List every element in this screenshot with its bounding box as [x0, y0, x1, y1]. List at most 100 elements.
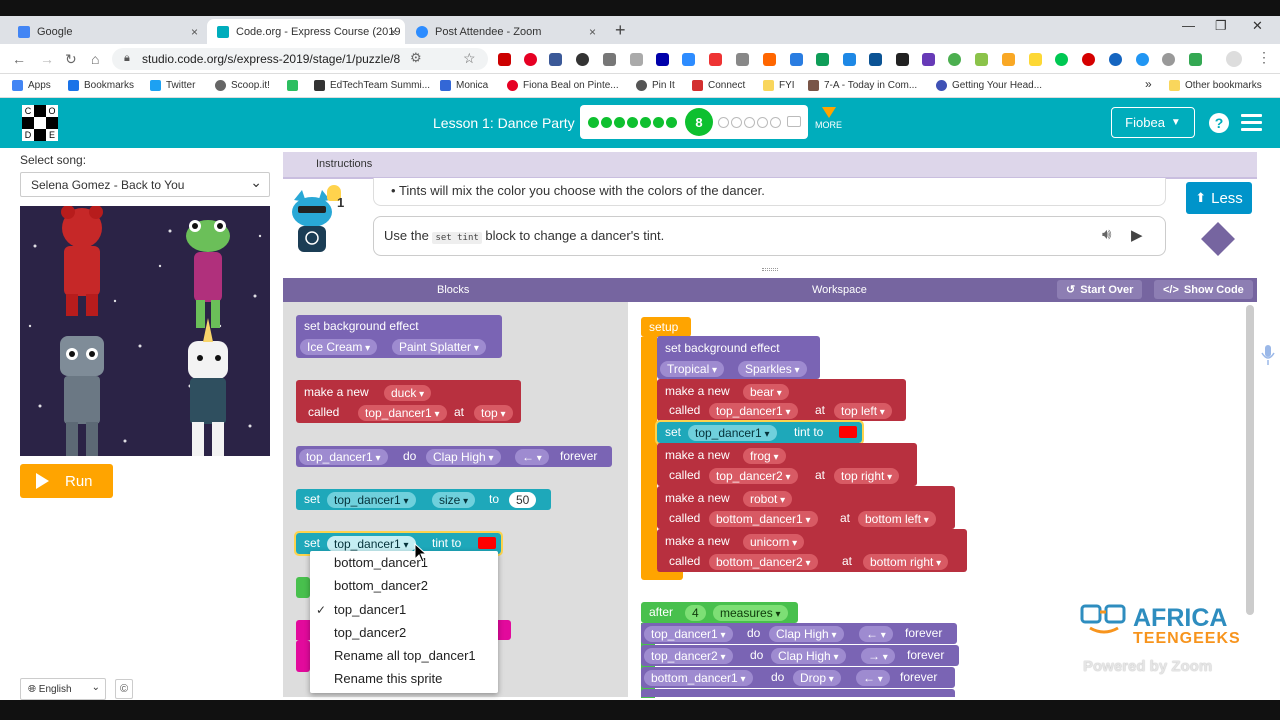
extension-icon[interactable]	[576, 53, 589, 66]
extension-icon[interactable]	[1029, 53, 1042, 66]
song-select[interactable]: Selena Gomez - Back to You	[20, 172, 270, 197]
do-forever-block-3[interactable]: bottom_dancer1 do Drop ← forever	[641, 667, 955, 688]
toolbox-do-forever-block[interactable]: top_dancer1 do Clap High ← forever	[296, 446, 612, 467]
url-input[interactable]: 🔒︎ studio.code.org/s/express-2019/stage/…	[112, 48, 488, 70]
extension-icon[interactable]	[709, 53, 722, 66]
sprite-dropdown[interactable]: top_dancer1	[327, 492, 416, 508]
move-dropdown[interactable]: Clap High	[769, 626, 844, 642]
bookmark-evernote[interactable]	[287, 80, 303, 91]
toolbox-make-new-sprite-block[interactable]: make a new duck called top_dancer1 at to…	[296, 380, 521, 423]
workspace-scrollbar[interactable]	[1246, 305, 1254, 615]
bookmark-other[interactable]: Other bookmarks	[1169, 80, 1262, 91]
sprite-name-dropdown[interactable]: top_dancer1	[709, 403, 798, 419]
level-bubble[interactable]	[744, 117, 755, 128]
move-dropdown[interactable]: Clap High	[426, 449, 501, 465]
sprite-name-dropdown[interactable]: bottom_dancer1	[709, 511, 818, 527]
sprite-dropdown[interactable]: bottom_dancer1	[644, 670, 753, 686]
back-icon[interactable]: ←	[12, 51, 26, 67]
home-icon[interactable]: ⌂	[91, 51, 99, 67]
measures-dropdown[interactable]: measures	[713, 605, 788, 621]
level-bubble-completed[interactable]	[588, 117, 599, 128]
resize-grip-icon[interactable]	[762, 268, 778, 271]
tab-google[interactable]: Google ×	[8, 19, 206, 44]
make-new-frog-block[interactable]: make a new frog called top_dancer2 at to…	[657, 443, 917, 486]
extension-icon[interactable]	[1002, 53, 1015, 66]
instructions-tab[interactable]: Instructions	[283, 152, 1257, 177]
language-select[interactable]: 🌐︎ English ⌄	[20, 678, 106, 700]
extension-icon[interactable]	[869, 53, 882, 66]
code-org-logo[interactable]: C O D E	[22, 105, 58, 141]
sprite-dropdown[interactable]: top_dancer1	[644, 626, 733, 642]
less-button[interactable]: ⬆ Less	[1186, 182, 1252, 214]
help-icon[interactable]: ?	[1209, 113, 1229, 133]
start-over-button[interactable]: ↺ Start Over	[1057, 280, 1143, 299]
close-tab-icon[interactable]: ×	[191, 25, 198, 39]
extension-icon[interactable]	[630, 53, 643, 66]
costume-dropdown[interactable]: robot	[743, 491, 793, 507]
extension-icon[interactable]	[896, 53, 909, 66]
location-dropdown[interactable]: top left	[834, 403, 892, 419]
location-dropdown[interactable]: bottom right	[863, 554, 949, 570]
bookmark-bookmarks[interactable]: Bookmarks	[68, 80, 134, 91]
run-button[interactable]: Run	[20, 464, 113, 498]
dropdown-option-top-dancer2[interactable]: top_dancer2	[334, 625, 406, 645]
microphone-icon[interactable]	[1260, 343, 1276, 369]
after-measures-block[interactable]: after 4 measures	[641, 602, 798, 623]
play-audio-icon[interactable]: ▶	[1131, 226, 1143, 244]
dropdown-option-rename-sprite[interactable]: Rename this sprite	[334, 671, 442, 691]
dropdown-option-bottom-dancer2[interactable]: bottom_dancer2	[334, 578, 428, 598]
costume-dropdown[interactable]: duck	[384, 385, 432, 401]
extension-icon[interactable]	[790, 53, 803, 66]
make-new-robot-block[interactable]: make a new robot called bottom_dancer1 a…	[657, 486, 955, 529]
resize-diamond-icon[interactable]	[1201, 222, 1235, 256]
extension-icon[interactable]	[524, 53, 537, 66]
sprite-dropdown[interactable]: top_dancer1	[299, 449, 388, 465]
reload-icon[interactable]: ↻	[65, 51, 77, 68]
site-permissions-icon[interactable]: ⚙	[410, 50, 422, 66]
new-tab-button[interactable]: +	[615, 20, 626, 41]
bookmark-twitter[interactable]: Twitter	[150, 80, 195, 91]
bookmark-star-icon[interactable]: ☆	[463, 50, 476, 67]
effect-dropdown[interactable]: Tropical	[660, 361, 725, 377]
profile-avatar-icon[interactable]	[1226, 51, 1242, 67]
direction-dropdown[interactable]: →	[861, 648, 895, 664]
level-bubble[interactable]	[731, 117, 742, 128]
sprite-name-dropdown[interactable]: bottom_dancer2	[709, 554, 818, 570]
toolbox-set-background-effect-block[interactable]: set background effect Ice Cream Paint Sp…	[296, 315, 502, 358]
move-dropdown[interactable]: Drop	[793, 670, 841, 686]
do-forever-block-2[interactable]: top_dancer2 do Clap High → forever	[641, 645, 959, 666]
sprite-dropdown[interactable]: top_dancer1	[688, 425, 777, 441]
extension-icon[interactable]	[975, 53, 988, 66]
extension-icon[interactable]	[922, 53, 935, 66]
unplugged-icon[interactable]	[787, 116, 801, 127]
toolbox-set-size-block[interactable]: set top_dancer1 size to 50	[296, 489, 551, 510]
extension-icon[interactable]	[736, 53, 749, 66]
close-window-icon[interactable]: ✕	[1252, 18, 1263, 34]
do-forever-block-4-partial[interactable]	[641, 689, 955, 697]
bookmark-monica[interactable]: Monica	[440, 80, 488, 91]
user-menu-button[interactable]: Fiobea ▼	[1111, 107, 1195, 138]
extension-icon[interactable]	[498, 53, 511, 66]
make-new-unicorn-block[interactable]: make a new unicorn called bottom_dancer2…	[657, 529, 967, 572]
lesson-title[interactable]: Lesson 1: Dance Party	[433, 115, 575, 131]
costume-dropdown[interactable]: bear	[743, 384, 789, 400]
direction-dropdown[interactable]: ←	[859, 626, 893, 642]
level-bubble[interactable]	[770, 117, 781, 128]
maximize-icon[interactable]: ❐	[1215, 18, 1227, 34]
level-bubble[interactable]	[718, 117, 729, 128]
extension-icon[interactable]	[1109, 53, 1122, 66]
tint-color-swatch[interactable]	[478, 537, 496, 549]
extension-icon[interactable]	[1082, 53, 1095, 66]
sprite-dropdown[interactable]: top_dancer2	[644, 648, 733, 664]
palette-dropdown[interactable]: Sparkles	[738, 361, 807, 377]
bookmark-today-in-com[interactable]: 7-A - Today in Com...	[808, 80, 917, 91]
hamburger-menu-icon[interactable]	[1241, 114, 1262, 135]
costume-dropdown[interactable]: frog	[743, 448, 786, 464]
extension-icon[interactable]	[549, 53, 562, 66]
setup-block[interactable]: setup	[641, 317, 691, 337]
level-bubble-completed[interactable]	[601, 117, 612, 128]
set-tint-block[interactable]: set top_dancer1 tint to	[655, 420, 864, 445]
extension-icon[interactable]	[1055, 53, 1068, 66]
property-dropdown[interactable]: size	[432, 492, 476, 508]
bookmark-scoopit[interactable]: Scoop.it!	[215, 80, 270, 91]
